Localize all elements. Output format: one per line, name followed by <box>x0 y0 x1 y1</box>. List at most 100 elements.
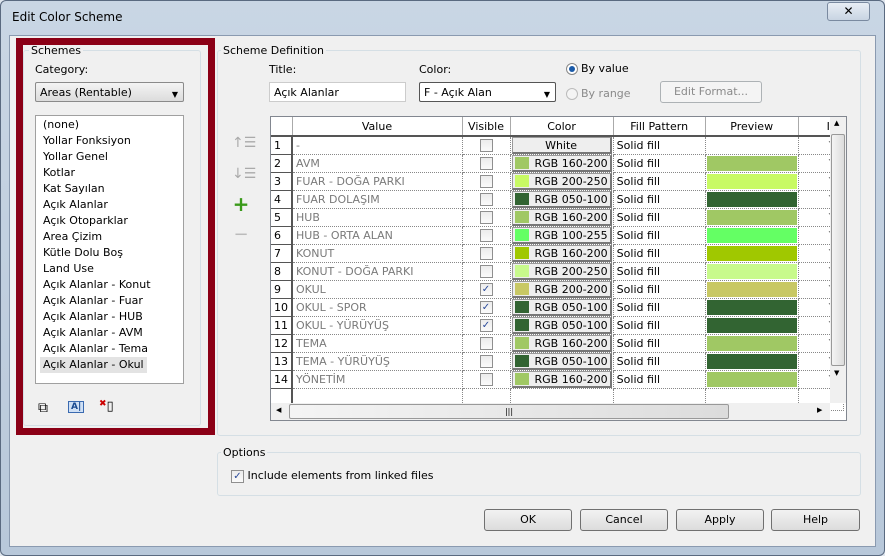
add-value-icon[interactable]: + <box>231 192 251 216</box>
color-scheme-table[interactable]: ValueVisibleColorFill PatternPreviewIn1-… <box>270 116 847 421</box>
color-cell[interactable]: RGB 200-200 <box>510 280 614 299</box>
visible-cell[interactable] <box>462 262 511 281</box>
visible-cell[interactable] <box>462 190 511 209</box>
visible-cell[interactable] <box>462 136 511 155</box>
color-cell[interactable]: RGB 160-200 <box>510 208 614 227</box>
checkbox-icon[interactable] <box>479 229 493 243</box>
vertical-scrollbar[interactable]: ▲ ▼ <box>830 117 846 403</box>
fill-pattern-cell[interactable]: Solid fill <box>613 154 706 173</box>
fill-pattern-cell[interactable]: Solid fill <box>613 280 706 299</box>
value-cell[interactable]: HUB - ORTA ALAN <box>292 226 463 245</box>
horizontal-scrollbar[interactable]: ◀ ||| ▶ <box>271 403 830 420</box>
color-cell[interactable]: RGB 050-100 <box>510 352 614 371</box>
visible-cell[interactable] <box>462 244 511 263</box>
scroll-down-icon[interactable]: ▼ <box>834 369 839 377</box>
table-row[interactable]: 12TEMARGB 160-200Solid fillYe <box>271 334 844 353</box>
color-button[interactable]: RGB 200-250 <box>511 173 612 190</box>
value-cell[interactable]: FUAR - DOĞA PARKI <box>292 172 463 191</box>
close-button[interactable]: ✕ <box>827 2 870 21</box>
checkbox-icon[interactable] <box>479 337 493 351</box>
visible-cell[interactable]: ✓ <box>462 280 511 299</box>
color-button[interactable]: RGB 050-100 <box>511 191 612 208</box>
checkbox-icon[interactable] <box>479 157 493 171</box>
value-cell[interactable]: KONUT - DOĞA PARKI <box>292 262 463 281</box>
visible-cell[interactable]: ✓ <box>462 298 511 317</box>
help-button[interactable]: Help <box>771 509 860 531</box>
scroll-up-icon[interactable]: ▲ <box>834 119 839 127</box>
value-cell[interactable]: OKUL - SPOR <box>292 298 463 317</box>
table-row[interactable]: 4FUAR DOLAŞIMRGB 050-100Solid fillYe <box>271 190 844 209</box>
table-row[interactable]: 14YÖNETİMRGB 160-200Solid fillYe <box>271 370 844 389</box>
fill-pattern-cell[interactable]: Solid fill <box>613 334 706 353</box>
visible-cell[interactable] <box>462 208 511 227</box>
value-cell[interactable]: HUB <box>292 208 463 227</box>
value-cell[interactable]: FUAR DOLAŞIM <box>292 190 463 209</box>
fill-pattern-cell[interactable]: Solid fill <box>613 208 706 227</box>
color-cell[interactable]: RGB 160-200 <box>510 370 614 389</box>
fill-pattern-cell[interactable]: Solid fill <box>613 298 706 317</box>
table-row[interactable]: 13TEMA - YÜRÜYÜŞRGB 050-100Solid fillYe <box>271 352 844 371</box>
checkbox-icon[interactable] <box>479 175 493 189</box>
table-row[interactable]: 9OKUL✓RGB 200-200Solid fillYe <box>271 280 844 299</box>
checkbox-icon[interactable] <box>479 373 493 387</box>
fill-pattern-cell[interactable]: Solid fill <box>613 172 706 191</box>
value-cell[interactable]: OKUL - YÜRÜYÜŞ <box>292 316 463 335</box>
fill-pattern-cell[interactable]: Solid fill <box>613 190 706 209</box>
table-row[interactable]: 5HUBRGB 160-200Solid fillYe <box>271 208 844 227</box>
value-header[interactable]: Value <box>292 117 463 137</box>
color-button[interactable]: RGB 200-250 <box>511 263 612 280</box>
edit-format-button[interactable]: Edit Format... <box>660 81 762 103</box>
color-button[interactable]: RGB 050-100 <box>511 299 612 316</box>
visible-cell[interactable]: ✓ <box>462 316 511 335</box>
fill-pattern-cell[interactable]: Solid fill <box>613 226 706 245</box>
fill-pattern-cell[interactable]: Solid fill <box>613 244 706 263</box>
fill-pattern-cell[interactable]: Solid fill <box>613 262 706 281</box>
visible-cell[interactable] <box>462 226 511 245</box>
fill-pattern-header[interactable]: Fill Pattern <box>613 117 706 137</box>
color-cell[interactable]: RGB 050-100 <box>510 298 614 317</box>
color-cell[interactable]: RGB 160-200 <box>510 154 614 173</box>
fill-pattern-cell[interactable]: Solid fill <box>613 370 706 389</box>
fill-pattern-cell[interactable]: Solid fill <box>613 136 706 155</box>
table-row[interactable]: 11OKUL - YÜRÜYÜŞ✓RGB 050-100Solid fillYe <box>271 316 844 335</box>
color-cell[interactable]: RGB 100-255 <box>510 226 614 245</box>
checkbox-icon[interactable] <box>479 247 493 261</box>
preview-header[interactable]: Preview <box>705 117 799 137</box>
table-row[interactable]: 6HUB - ORTA ALANRGB 100-255Solid fillYe <box>271 226 844 245</box>
fill-pattern-cell[interactable]: Solid fill <box>613 316 706 335</box>
color-button[interactable]: RGB 160-200 <box>511 245 612 262</box>
color-button[interactable]: RGB 160-200 <box>511 155 612 172</box>
value-cell[interactable]: OKUL <box>292 280 463 299</box>
checkbox-icon[interactable] <box>479 211 493 225</box>
checkbox-checked-icon[interactable]: ✓ <box>479 283 493 297</box>
table-row[interactable]: 3FUAR - DOĞA PARKIRGB 200-250Solid fillY… <box>271 172 844 191</box>
fill-pattern-cell[interactable]: Solid fill <box>613 352 706 371</box>
checkbox-checked-icon[interactable]: ✓ <box>479 319 493 333</box>
scroll-right-icon[interactable]: ▶ <box>817 406 822 414</box>
title-input[interactable]: Açık Alanlar <box>269 82 406 102</box>
color-cell[interactable]: White <box>510 136 614 155</box>
color-dropdown[interactable]: F - Açık Alan ▼ <box>419 82 556 102</box>
color-button[interactable]: RGB 050-100 <box>511 353 612 370</box>
color-button[interactable]: RGB 160-200 <box>511 209 612 226</box>
value-cell[interactable]: TEMA <box>292 334 463 353</box>
color-header[interactable]: Color <box>510 117 614 137</box>
table-row[interactable]: 7KONUTRGB 160-200Solid fillYe <box>271 244 844 263</box>
color-cell[interactable]: RGB 160-200 <box>510 334 614 353</box>
checkbox-icon[interactable] <box>479 139 493 153</box>
color-button[interactable]: RGB 200-200 <box>511 281 612 298</box>
by-value-radio[interactable]: By value <box>566 62 629 75</box>
table-row[interactable]: 8 KONUT - DOĞA PARKI RGB 200-250 Solid fill… <box>271 262 844 281</box>
color-cell[interactable]: RGB 160-200 <box>510 244 614 263</box>
visible-cell[interactable] <box>462 334 511 353</box>
value-cell[interactable]: AVM <box>292 154 463 173</box>
table-row[interactable]: 1-WhiteSolid fillYe <box>271 136 844 155</box>
include-linked-checkbox[interactable]: ✓ Include elements from linked files <box>231 469 434 483</box>
color-button[interactable]: RGB 050-100 <box>511 317 612 334</box>
checkbox-icon[interactable] <box>479 355 493 369</box>
visible-cell[interactable] <box>462 154 511 173</box>
row-number-header[interactable] <box>271 117 293 137</box>
by-range-radio[interactable]: By range <box>566 87 631 100</box>
table-row[interactable]: 10OKUL - SPOR✓RGB 050-100Solid fillYe <box>271 298 844 317</box>
visible-header[interactable]: Visible <box>462 117 511 137</box>
